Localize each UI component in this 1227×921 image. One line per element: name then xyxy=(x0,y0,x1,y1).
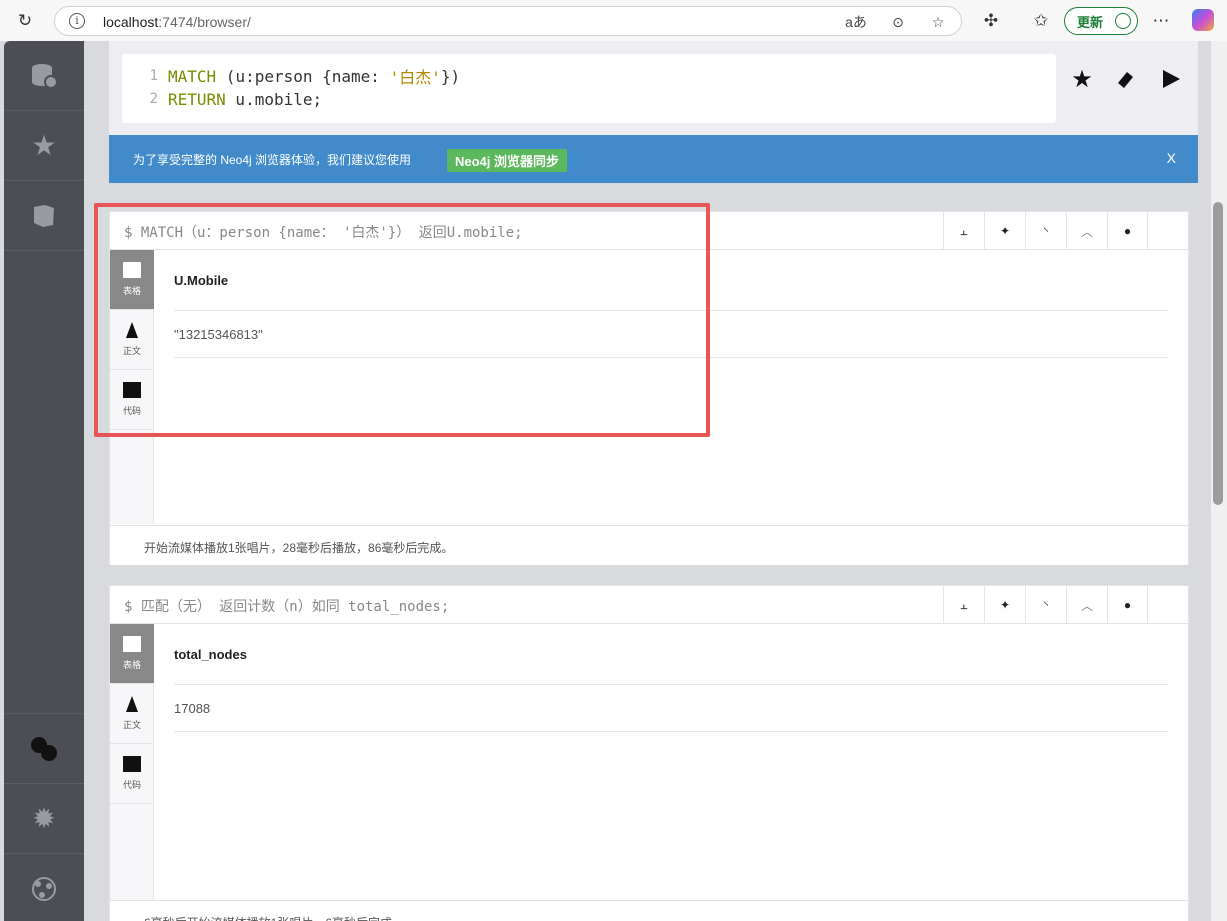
info-icon[interactable]: i xyxy=(69,13,85,29)
text-icon xyxy=(126,696,138,712)
highlight-box xyxy=(94,203,710,437)
copilot-icon[interactable] xyxy=(1192,9,1214,31)
result-frame: $ 匹配（无） 返回计数（n）如同 total_nodes; ⫠ ✦ ⸌ ︿ ●… xyxy=(109,585,1189,921)
update-label: 更新 xyxy=(1077,14,1104,30)
collapse-chevron-up-icon[interactable]: ︿ xyxy=(1066,586,1107,624)
frame-query[interactable]: $ 匹配（无） 返回计数（n）如同 total_nodes; xyxy=(124,596,449,616)
editor-line: 2 RETURN u.mobile; xyxy=(122,88,323,110)
banner-message: 为了享受完整的 Neo4j 浏览器体验，我们建议您使用 xyxy=(133,153,412,167)
pin-icon[interactable]: ✦ xyxy=(984,212,1025,250)
gear-icon[interactable]: ✹ xyxy=(4,783,84,853)
string-literal: '白杰' xyxy=(389,68,441,87)
frame-header: $ 匹配（无） 返回计数（n）如同 total_nodes; ⫠ ✦ ⸌ ︿ ● xyxy=(110,586,1188,624)
cloud-icon[interactable] xyxy=(4,713,84,783)
database-icon[interactable] xyxy=(4,41,84,111)
address-bar[interactable]: i localhost:7474/browser/ aあ ⊙ ☆ xyxy=(54,6,962,36)
run-query-play-icon[interactable] xyxy=(1156,64,1186,94)
tab-code[interactable]: 代码 xyxy=(110,744,154,804)
collapse-chevron-up-icon[interactable]: ︿ xyxy=(1066,212,1107,250)
settings-more-icon[interactable]: ⋯ xyxy=(1148,8,1174,34)
keyword: RETURN xyxy=(168,89,226,109)
code-text: }) xyxy=(440,66,461,86)
url-text: localhost:7474/browser/ xyxy=(103,14,251,30)
star-icon[interactable]: ★ xyxy=(4,111,84,181)
export-download-icon[interactable]: ⫠ xyxy=(943,212,984,250)
banner-close-button[interactable]: X xyxy=(1167,150,1176,166)
scrollbar-thumb[interactable] xyxy=(1213,202,1223,505)
extensions-icon[interactable]: ✣ xyxy=(978,8,1004,34)
frame-status: 开始流媒体播放1张唱片，28毫秒后播放，86毫秒后完成。 xyxy=(110,525,1188,565)
pin-icon[interactable]: ✦ xyxy=(984,586,1025,624)
query-editor[interactable]: 1 MATCH (u:person {name: '白杰'}) 2 RETURN… xyxy=(122,54,1056,123)
update-heart-icon xyxy=(1115,13,1131,29)
frame-toolbar: ⫠ ✦ ⸌ ︿ ● xyxy=(943,586,1148,624)
code-text: (u:person {name: xyxy=(216,66,390,86)
close-frame-icon[interactable]: ● xyxy=(1107,586,1148,624)
divider xyxy=(174,684,1168,685)
favorite-query-star-icon[interactable]: ★ xyxy=(1067,64,1097,94)
code-icon xyxy=(123,756,141,772)
browser-toolbar: ↻ i localhost:7474/browser/ aあ ⊙ ☆ ✣ ✩ 更… xyxy=(0,0,1227,41)
keyword: MATCH xyxy=(168,66,217,86)
line-number: 2 xyxy=(149,91,158,107)
favorite-star-icon[interactable]: ☆ xyxy=(927,11,949,33)
column-header: total_nodes xyxy=(174,647,247,662)
code-text: u.mobile; xyxy=(225,89,323,109)
table-icon xyxy=(123,636,141,652)
browser-sync-button[interactable]: Neo4j 浏览器同步 xyxy=(447,149,568,172)
close-frame-icon[interactable]: ● xyxy=(1107,212,1148,250)
neo4j-logo-icon[interactable] xyxy=(4,853,84,921)
frame-toolbar: ⫠ ✦ ⸌ ︿ ● xyxy=(943,212,1148,250)
more-options-icon[interactable]: ⊙ xyxy=(887,11,909,33)
fullscreen-icon[interactable]: ⸌ xyxy=(1025,212,1066,250)
frame-status: 6毫秒后开始流媒体播放1张唱片，6毫秒后完成。 xyxy=(110,900,1188,921)
favorites-icon[interactable]: ✩ xyxy=(1028,8,1054,34)
export-download-icon[interactable]: ⫠ xyxy=(943,586,984,624)
divider xyxy=(174,731,1168,732)
line-number: 1 xyxy=(149,68,158,84)
update-button[interactable]: 更新 xyxy=(1064,7,1138,35)
cell-value: 17088 xyxy=(174,701,211,716)
refresh-icon[interactable]: ↻ xyxy=(12,8,38,34)
view-tabs: 表格 正文 代码 xyxy=(110,624,154,900)
sync-banner: 为了享受完整的 Neo4j 浏览器体验，我们建议您使用 Neo4j 浏览器同步 … xyxy=(109,135,1198,183)
tab-table[interactable]: 表格 xyxy=(110,624,154,684)
editor-line: 1 MATCH (u:person {name: '白杰'}) xyxy=(122,65,461,88)
book-icon[interactable] xyxy=(4,181,84,251)
fullscreen-icon[interactable]: ⸌ xyxy=(1025,586,1066,624)
clear-editor-eraser-icon[interactable] xyxy=(1110,64,1140,94)
tab-text[interactable]: 正文 xyxy=(110,684,154,744)
neo4j-sidebar: ★ ✹ xyxy=(4,41,84,921)
read-aloud-icon[interactable]: aあ xyxy=(845,11,867,33)
